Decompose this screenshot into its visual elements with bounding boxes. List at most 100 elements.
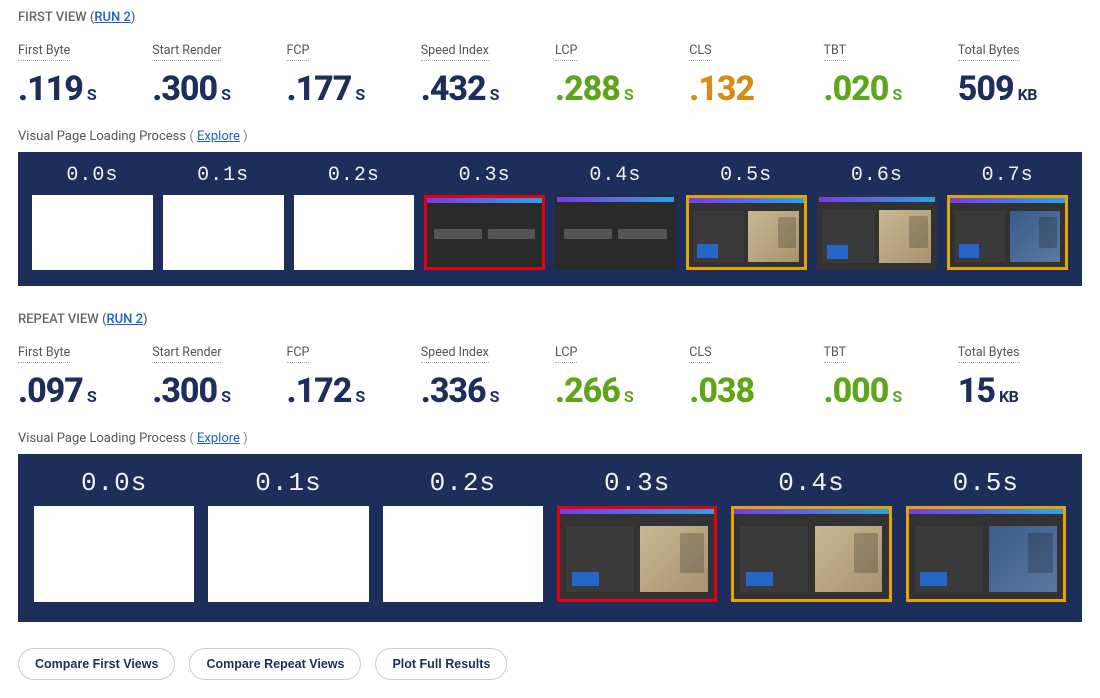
first-view-filmstrip: 0.0s 0.1s 0.2s 0.3s 0.4s 0.5s 0.6s 0.7s <box>18 152 1082 286</box>
metric-value: .300S <box>152 69 276 109</box>
filmstrip-frame[interactable]: 0.5s <box>906 468 1066 601</box>
metric-fcp: FCP .177S <box>287 39 411 109</box>
frame-time-label: 0.4s <box>589 164 641 187</box>
metric-speed-index: Speed Index.432S <box>421 39 545 109</box>
frame-time-label: 0.2s <box>430 468 496 498</box>
metric-label: FCP <box>287 43 310 61</box>
first-view-metrics: First Byte.119S Start Render .300S FCP .177S… <box>18 39 1082 109</box>
metric-value: .288S <box>555 69 679 109</box>
repeat-view-explore-link[interactable]: Explore <box>197 431 240 446</box>
repeat-view-filmstrip: 0.0s 0.1s 0.2s 0.3s 0.4s 0.5s <box>18 454 1082 621</box>
metric-label: First Byte <box>18 345 70 363</box>
metric-value: .432S <box>421 69 545 109</box>
repeat-view-title: REPEAT VIEW <box>18 312 99 327</box>
frame-thumbnail[interactable] <box>686 195 807 270</box>
first-view-visual-header: Visual Page Loading Process ( Explore ) <box>18 129 1082 144</box>
filmstrip-frame[interactable]: 0.7s <box>947 164 1068 270</box>
metric-label: CLS <box>689 345 711 363</box>
first-view-run-link[interactable]: RUN 2 <box>94 10 131 25</box>
metric-label: Speed Index <box>421 345 489 363</box>
metric-cls: CLS .038 <box>689 341 813 411</box>
frame-time-label: 0.3s <box>604 468 670 498</box>
filmstrip-frame[interactable]: 0.4s <box>731 468 891 601</box>
metric-value: .132 <box>689 69 813 109</box>
metric-value: .119S <box>18 69 142 109</box>
visual-process-label: Visual Page Loading Process <box>18 431 186 446</box>
metric-value: .300S <box>152 371 276 411</box>
filmstrip-frame[interactable]: 0.3s <box>424 164 545 270</box>
metric-value: 15KB <box>958 371 1082 411</box>
metric-value: .038 <box>689 371 813 411</box>
frame-thumbnail[interactable] <box>817 195 938 270</box>
frame-time-label: 0.0s <box>81 468 147 498</box>
first-view-header: FIRST VIEW (RUN 2) <box>18 10 1082 25</box>
frame-thumbnail[interactable] <box>32 195 153 270</box>
filmstrip-frame[interactable]: 0.0s <box>34 468 194 601</box>
frame-thumbnail[interactable] <box>424 195 545 270</box>
frame-thumbnail[interactable] <box>208 506 368 601</box>
repeat-view-visual-header: Visual Page Loading Process ( Explore ) <box>18 431 1082 446</box>
metric-value: .336S <box>421 371 545 411</box>
frame-thumbnail[interactable] <box>294 195 415 270</box>
frame-time-label: 0.0s <box>66 164 118 187</box>
metric-label: TBT <box>824 345 847 363</box>
metric-value: .097S <box>18 371 142 411</box>
metric-value: .266S <box>555 371 679 411</box>
frame-time-label: 0.5s <box>953 468 1019 498</box>
frame-time-label: 0.2s <box>328 164 380 187</box>
filmstrip-frame[interactable]: 0.1s <box>163 164 284 270</box>
filmstrip-frame[interactable]: 0.6s <box>817 164 938 270</box>
metric-first-byte: First Byte .097S <box>18 341 142 411</box>
metric-total-bytes: Total Bytes 15KB <box>958 341 1082 411</box>
repeat-view-header: REPEAT VIEW (RUN 2) <box>18 312 1082 327</box>
visual-process-label: Visual Page Loading Process <box>18 129 186 144</box>
metric-value: .172S <box>287 371 411 411</box>
frame-time-label: 0.6s <box>851 164 903 187</box>
frame-thumbnail[interactable] <box>947 195 1068 270</box>
metric-tbt: TBT .020S <box>824 39 948 109</box>
first-view-title: FIRST VIEW <box>18 10 87 25</box>
frame-thumbnail[interactable] <box>906 506 1066 601</box>
filmstrip-frame[interactable]: 0.0s <box>32 164 153 270</box>
frame-thumbnail[interactable] <box>555 195 676 270</box>
frame-time-label: 0.5s <box>720 164 772 187</box>
metric-label: TBT <box>824 43 847 61</box>
frame-thumbnail[interactable] <box>557 506 717 601</box>
metric-first-byte: First Byte.119S <box>18 39 142 109</box>
plot-full-results-button[interactable]: Plot Full Results <box>375 648 507 680</box>
metric-fcp: FCP .172S <box>287 341 411 411</box>
frame-time-label: 0.4s <box>778 468 844 498</box>
frame-thumbnail[interactable] <box>34 506 194 601</box>
metric-label: LCP <box>555 345 577 363</box>
compare-repeat-views-button[interactable]: Compare Repeat Views <box>189 648 361 680</box>
frame-thumbnail[interactable] <box>731 506 891 601</box>
filmstrip-frame[interactable]: 0.1s <box>208 468 368 601</box>
metric-label: CLS <box>689 43 711 61</box>
metric-lcp: LCP.288S <box>555 39 679 109</box>
metric-start-render: Start Render .300S <box>152 39 276 109</box>
frame-time-label: 0.1s <box>255 468 321 498</box>
filmstrip-frame[interactable]: 0.4s <box>555 164 676 270</box>
first-view-explore-link[interactable]: Explore <box>197 129 240 144</box>
action-buttons: Compare First Views Compare Repeat Views… <box>18 648 1082 680</box>
filmstrip-frame[interactable]: 0.2s <box>383 468 543 601</box>
metric-value: .020S <box>824 69 948 109</box>
metric-label: FCP <box>287 345 310 363</box>
metric-speed-index: Speed Index .336S <box>421 341 545 411</box>
metric-value: .000S <box>824 371 948 411</box>
filmstrip-frame[interactable]: 0.5s <box>686 164 807 270</box>
repeat-view-metrics: First Byte.097SStart Render.300SFCP.172S… <box>18 341 1082 411</box>
metric-label: Total Bytes <box>958 345 1020 363</box>
frame-time-label: 0.3s <box>459 164 511 187</box>
repeat-view-run-link[interactable]: RUN 2 <box>106 312 143 327</box>
metric-label: Start Render <box>152 43 221 61</box>
frame-thumbnail[interactable] <box>163 195 284 270</box>
metric-tbt: TBT .000S <box>824 341 948 411</box>
filmstrip-frame[interactable]: 0.3s <box>557 468 717 601</box>
frame-thumbnail[interactable] <box>383 506 543 601</box>
metric-value: 509KB <box>958 69 1082 109</box>
metric-cls: CLS .132 <box>689 39 813 109</box>
filmstrip-frame[interactable]: 0.2s <box>294 164 415 270</box>
metric-value: .177S <box>287 69 411 109</box>
compare-first-views-button[interactable]: Compare First Views <box>18 648 175 680</box>
